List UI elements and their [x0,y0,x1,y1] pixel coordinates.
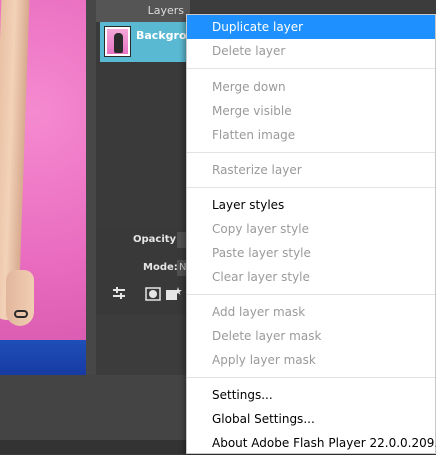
thumbnail-figure [114,33,123,53]
menu-item-settings[interactable]: Settings... [187,383,435,407]
layers-panel-title: Layers [147,4,184,17]
menu-item-delete-layer[interactable]: Delete layer [187,39,435,63]
layers-panel-header: Layers [96,0,190,22]
menu-item-layer-styles[interactable]: Layer styles [187,193,435,217]
menu-item-flatten-image[interactable]: Flatten image [187,123,435,147]
menu-item-merge-visible[interactable]: Merge visible [187,99,435,123]
menu-item-about-flash[interactable]: About Adobe Flash Player 22.0.0.209... [187,431,436,455]
menu-item-add-layer-mask[interactable]: Add layer mask [187,300,435,324]
menu-item-copy-layer-style[interactable]: Copy layer style [187,217,435,241]
menu-item-duplicate-layer[interactable]: Duplicate layer [187,15,435,39]
menu-separator [187,377,435,378]
menu-item-global-settings[interactable]: Global Settings... [187,407,435,431]
menu-item-clear-layer-style[interactable]: Clear layer style [187,265,435,289]
menu-separator [187,152,435,153]
menu-item-rasterize-layer[interactable]: Rasterize layer [187,158,435,182]
layer-thumbnail [104,26,131,57]
layers-panel: Layers Background Opacity: Mode: N [96,0,210,315]
opacity-label: Opacity: [133,234,181,245]
layer-mask-icon[interactable] [143,287,163,303]
canvas-image[interactable] [0,0,86,375]
menu-item-apply-layer-mask[interactable]: Apply layer mask [187,348,435,372]
menu-separator [187,68,435,69]
workspace-gap [86,0,96,375]
menu-separator [187,187,435,188]
menu-item-merge-down[interactable]: Merge down [187,75,435,99]
image-clothing [0,340,86,375]
thumbnail-image [107,29,128,54]
context-menu: Duplicate layer Delete layer Merge down … [186,14,436,454]
image-ring [14,310,28,318]
layer-row-background[interactable]: Background [100,22,210,62]
adjust-layer-icon[interactable] [109,287,129,303]
status-bar [0,440,190,454]
mode-label: Mode: [143,262,178,273]
new-layer-icon[interactable] [164,287,184,303]
menu-item-paste-layer-style[interactable]: Paste layer style [187,241,435,265]
menu-item-delete-layer-mask[interactable]: Delete layer mask [187,324,435,348]
menu-separator [187,294,435,295]
